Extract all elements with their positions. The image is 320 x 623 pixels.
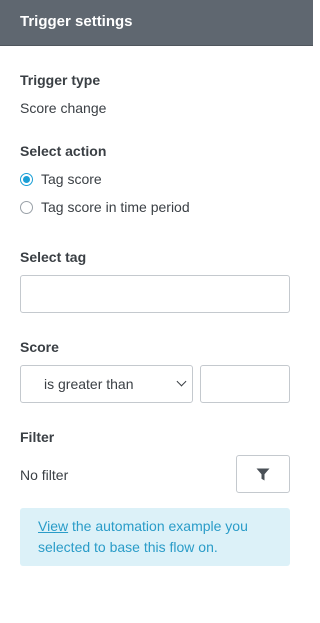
info-message: View the automation example you selected… (20, 508, 290, 566)
trigger-type-value: Score change (20, 100, 107, 116)
score-operator-value: is greater than (44, 376, 134, 392)
view-example-link[interactable]: View (38, 518, 68, 534)
trigger-type-label: Trigger type (20, 72, 101, 88)
filter-button[interactable] (236, 455, 290, 493)
score-value-input[interactable] (200, 365, 290, 403)
radio-label-tag-score-time-period: Tag score in time period (41, 199, 190, 215)
score-label: Score (20, 339, 59, 355)
select-action-label: Select action (20, 143, 107, 159)
radio-option-tag-score[interactable]: Tag score (20, 170, 102, 188)
radio-button-unchecked[interactable] (20, 200, 33, 214)
info-message-text: the automation example you selected to b… (38, 518, 248, 555)
score-operator-select[interactable]: is greater than (20, 365, 193, 403)
radio-option-tag-score-time-period[interactable]: Tag score in time period (20, 198, 190, 216)
filter-icon (256, 468, 270, 480)
filter-value: No filter (20, 467, 69, 483)
radio-label-tag-score: Tag score (41, 171, 102, 187)
select-tag-input[interactable] (20, 275, 290, 313)
filter-label: Filter (20, 429, 55, 445)
panel-header: Trigger settings (0, 0, 313, 46)
select-tag-label: Select tag (20, 249, 87, 265)
radio-button-checked[interactable] (20, 172, 33, 186)
panel-title: Trigger settings (20, 13, 133, 30)
chevron-down-icon (176, 376, 187, 387)
